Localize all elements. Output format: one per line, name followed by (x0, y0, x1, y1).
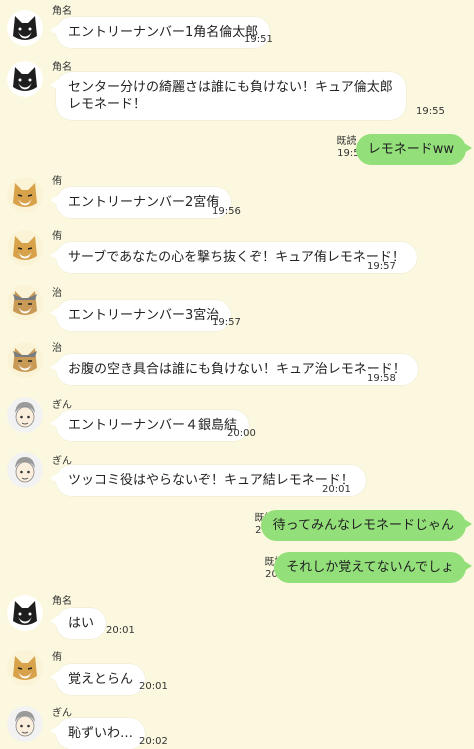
fox-orange-avatar[interactable] (7, 650, 43, 686)
message-time: 20:00 (227, 428, 256, 439)
message-bubble[interactable]: レモネードww (355, 134, 473, 165)
fox-black-avatar[interactable] (7, 595, 43, 631)
message-bubble[interactable]: 恥ずいわ… (49, 718, 146, 749)
message-time: 19:55 (416, 106, 445, 117)
sender-name: ぎん (52, 400, 72, 411)
message-bubble[interactable]: 覚えとらん (49, 664, 146, 695)
message-bubble[interactable]: 待ってみんなレモネードじゃん (260, 510, 473, 541)
person-gray-avatar[interactable] (7, 452, 43, 488)
sender-name: 角名 (52, 596, 72, 607)
message-bubble[interactable]: サーブであなたの心を撃ち抜くぞ！キュア侑レモネード！ (50, 242, 417, 273)
message-bubble[interactable]: それしか覚えてないんでしょ (274, 552, 472, 583)
chat-history: 角名 エントリーナンバー1角名倫太郎 19:51 角名 センター分けの綺麗さは誰… (0, 0, 474, 749)
message-time: 19:56 (212, 206, 241, 217)
fox-black-avatar[interactable] (7, 10, 43, 46)
message-bubble[interactable]: センター分けの綺麗さは誰にも負けない！キュア倫太郎レモネード！ (50, 72, 406, 120)
message-bubble[interactable]: エントリーナンバー1角名倫太郎 (49, 17, 271, 48)
message-time: 19:58 (367, 373, 396, 384)
message-bubble[interactable]: お腹の空き具合は誰にも負けない！キュア治レモネード！ (50, 354, 418, 385)
message-time: 20:01 (139, 681, 168, 692)
message-bubble[interactable]: ツッコミ役はやらないぞ！キュア結レモネード！ (50, 465, 366, 496)
message-time: 20:01 (106, 625, 135, 636)
message-time: 20:01 (322, 484, 351, 495)
message-time: 19:57 (367, 261, 396, 272)
fox-gray-avatar[interactable] (7, 342, 43, 378)
person-gray-avatar[interactable] (7, 397, 43, 433)
sender-name: 治 (52, 343, 62, 354)
person-gray-avatar[interactable] (7, 706, 43, 742)
fox-orange-avatar[interactable] (7, 230, 43, 266)
sender-name: 角名 (52, 62, 72, 73)
message-time: 20:02 (139, 736, 168, 747)
message-bubble[interactable]: エントリーナンバー2宮侑 (49, 187, 232, 218)
sender-name: 治 (52, 288, 62, 299)
sender-name: 侑 (52, 231, 62, 242)
message-time: 19:57 (212, 317, 241, 328)
message-bubble[interactable]: エントリーナンバー４銀島結 (49, 410, 250, 441)
fox-orange-avatar[interactable] (7, 177, 43, 213)
message-time: 19:51 (244, 34, 273, 45)
fox-gray-avatar[interactable] (7, 285, 43, 321)
sender-name: 侑 (52, 652, 62, 663)
fox-black-avatar[interactable] (7, 61, 43, 97)
sender-name: ぎん (52, 708, 72, 719)
sender-name: 角名 (52, 6, 72, 17)
message-bubble[interactable]: エントリーナンバー3宮治 (49, 300, 232, 331)
message-bubble[interactable]: はい (49, 608, 107, 639)
sender-name: 侑 (52, 176, 62, 187)
